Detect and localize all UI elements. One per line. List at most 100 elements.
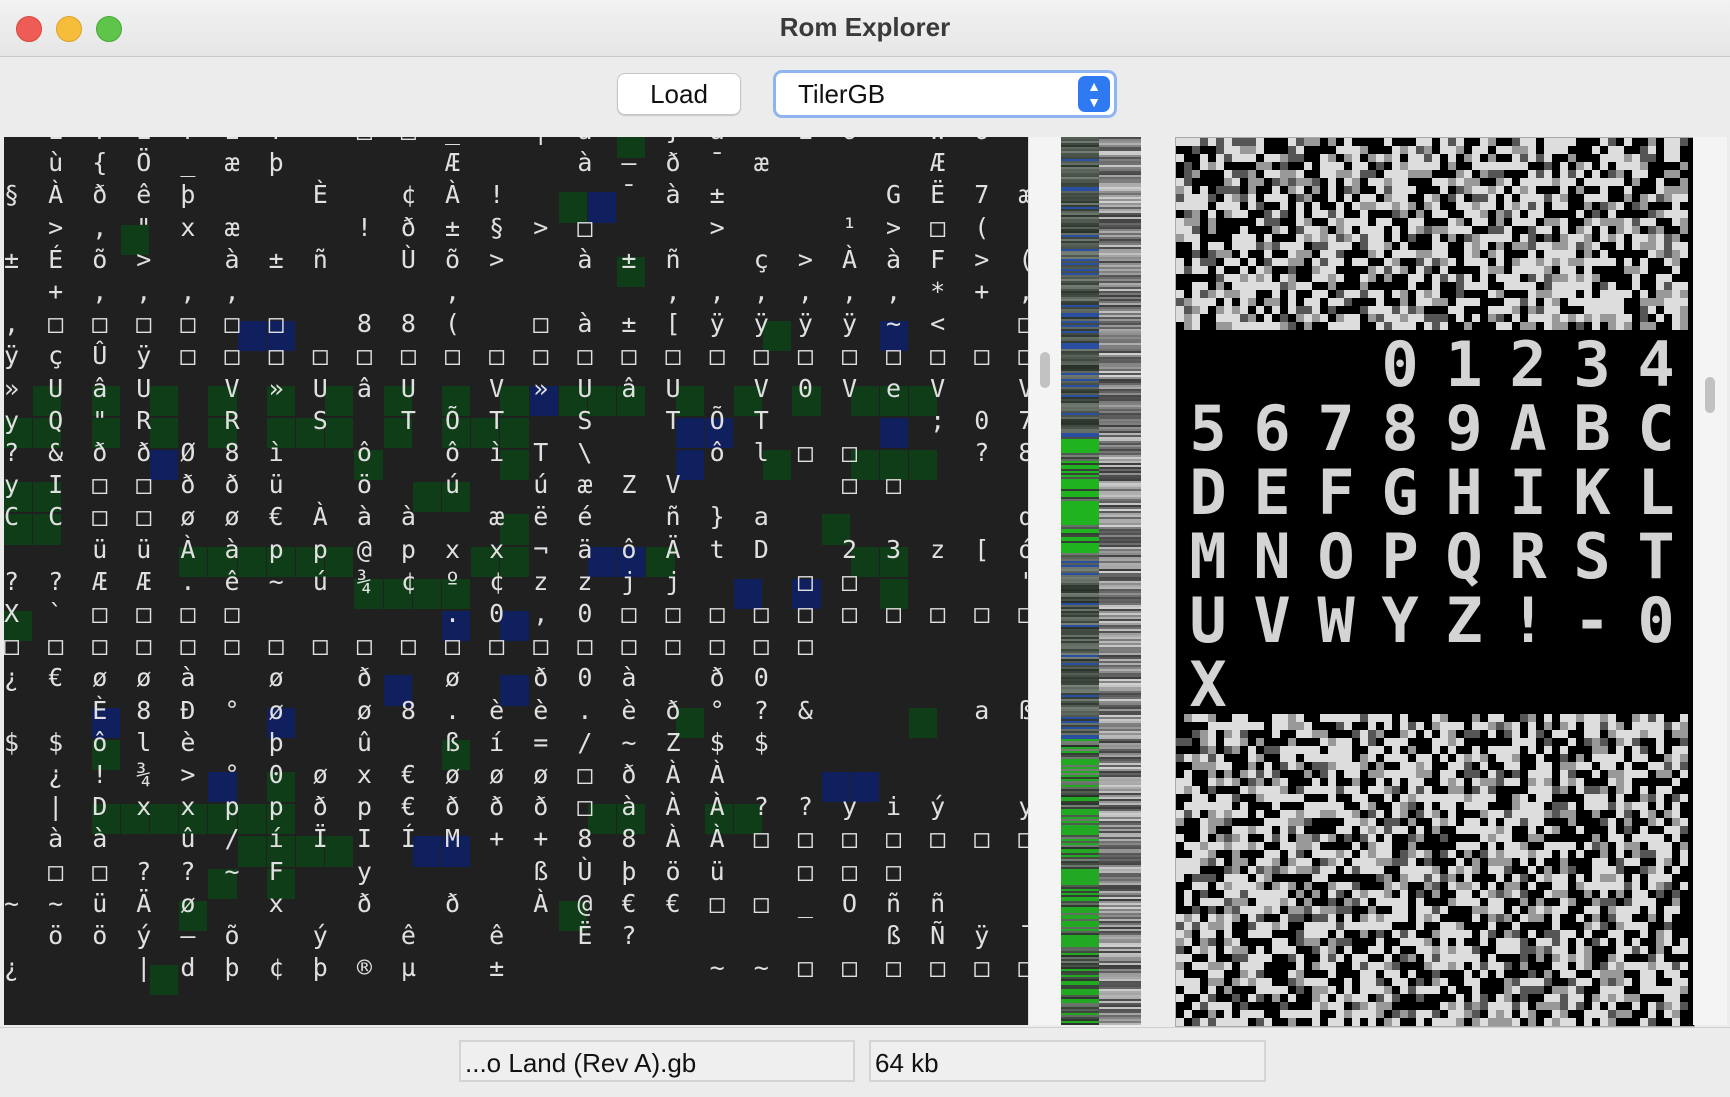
tile-pixel bbox=[1624, 258, 1632, 266]
tile-pixel bbox=[1232, 914, 1240, 922]
tile-pixel bbox=[1432, 202, 1440, 210]
rom-minimap[interactable] bbox=[1061, 137, 1141, 1025]
minimap-stripe bbox=[1099, 387, 1141, 389]
minimap-stripe bbox=[1099, 983, 1141, 985]
tile-pixel bbox=[1616, 290, 1624, 298]
hex-view[interactable]: Ë ? Ë ? Ë ? □ □ _ | à ° } à ¯ É ð ° W ð … bbox=[4, 137, 1028, 1025]
tile-pixel bbox=[1368, 850, 1376, 858]
tile-pixel bbox=[1552, 250, 1560, 258]
tile-view[interactable]: 0 1 2 3 4 5 6 7 8 9 A B C D E F G H I K L M N O P Q R S T U V W Y Z! -0 X bbox=[1175, 137, 1695, 1027]
tile-pixel bbox=[1536, 898, 1544, 906]
tile-glyph: E bbox=[1253, 456, 1290, 529]
tile-glyph: W bbox=[1317, 584, 1355, 657]
tile-pixel bbox=[1608, 210, 1616, 218]
tile-pixel bbox=[1392, 978, 1400, 986]
tile-pixel bbox=[1472, 218, 1480, 226]
tile-pixel bbox=[1664, 138, 1672, 146]
tile-pixel bbox=[1312, 802, 1320, 810]
minimap-stripe bbox=[1099, 457, 1141, 459]
tile-pixel bbox=[1568, 170, 1576, 178]
tile-pixel bbox=[1632, 714, 1640, 722]
tile-pixel bbox=[1184, 770, 1192, 778]
tile-pixel bbox=[1304, 842, 1312, 850]
tile-pixel bbox=[1264, 930, 1272, 938]
tile-glyph: U bbox=[1189, 584, 1226, 657]
tile-scroll-thumb[interactable] bbox=[1705, 377, 1715, 413]
tile-pixel bbox=[1264, 986, 1272, 994]
tile-pixel bbox=[1272, 778, 1280, 786]
tile-pixel bbox=[1528, 810, 1536, 818]
tile-pixel bbox=[1344, 322, 1352, 330]
tile-pixel bbox=[1360, 818, 1368, 826]
minimap-stripe bbox=[1061, 407, 1099, 409]
tile-pixel bbox=[1320, 226, 1328, 234]
tile-pixel bbox=[1264, 154, 1272, 162]
tile-pixel bbox=[1640, 986, 1648, 994]
tile-pixel bbox=[1384, 882, 1392, 890]
tile-pixel bbox=[1504, 826, 1512, 834]
tile-pixel bbox=[1312, 210, 1320, 218]
tile-pixel bbox=[1304, 1010, 1312, 1018]
tile-pixel bbox=[1584, 306, 1592, 314]
minimap-stripe bbox=[1099, 613, 1141, 615]
minimap-stripe bbox=[1061, 477, 1099, 479]
load-button[interactable]: Load bbox=[617, 73, 741, 115]
minimap-stripe bbox=[1061, 569, 1099, 571]
tile-pixel bbox=[1440, 770, 1448, 778]
tile-pixel bbox=[1464, 754, 1472, 762]
tile-pixel bbox=[1352, 258, 1360, 266]
tile-pixel bbox=[1320, 802, 1328, 810]
tile-pixel bbox=[1240, 242, 1248, 250]
minimap-stripe bbox=[1061, 925, 1099, 927]
tile-pixel bbox=[1656, 746, 1664, 754]
tile-pixel bbox=[1584, 930, 1592, 938]
tile-pixel bbox=[1192, 306, 1200, 314]
minimap-stripe bbox=[1099, 491, 1141, 493]
hex-line: ? ? Æ Æ . ê ~ ú ¾ ¢ º ¢ z z j j □ □ ' 8 … bbox=[4, 566, 1028, 596]
tile-scrollbar[interactable] bbox=[1693, 137, 1727, 1025]
tile-pixel bbox=[1592, 794, 1600, 802]
tile-pixel bbox=[1432, 154, 1440, 162]
tile-pixel bbox=[1600, 202, 1608, 210]
tile-pixel bbox=[1336, 802, 1344, 810]
tile-pixel bbox=[1272, 994, 1280, 1002]
mode-select[interactable]: TilerGB ▲ ▼ bbox=[773, 70, 1117, 118]
tile-pixel bbox=[1256, 914, 1264, 922]
tile-pixel bbox=[1456, 274, 1464, 282]
minimap-stripe bbox=[1061, 1005, 1099, 1007]
hex-scroll-thumb[interactable] bbox=[1040, 352, 1050, 388]
minimap-stripe bbox=[1061, 149, 1099, 151]
tile-pixel bbox=[1360, 834, 1368, 842]
tile-pixel bbox=[1176, 754, 1184, 762]
tile-pixel bbox=[1496, 946, 1504, 954]
tile-pixel bbox=[1192, 298, 1200, 306]
tile-pixel bbox=[1616, 802, 1624, 810]
tile-pixel bbox=[1664, 722, 1672, 730]
tile-pixel bbox=[1376, 1010, 1384, 1018]
tile-pixel bbox=[1592, 914, 1600, 922]
tile-pixel bbox=[1376, 290, 1384, 298]
tile-pixel bbox=[1640, 266, 1648, 274]
tile-pixel bbox=[1576, 242, 1584, 250]
minimap-stripe bbox=[1061, 169, 1099, 171]
tile-pixel bbox=[1280, 786, 1288, 794]
tile-glyph: I bbox=[1509, 456, 1546, 529]
tile-pixel bbox=[1296, 722, 1304, 730]
tile-pixel bbox=[1392, 946, 1400, 954]
tile-pixel bbox=[1672, 778, 1680, 786]
tile-pixel bbox=[1336, 290, 1344, 298]
minimap-stripe bbox=[1099, 525, 1141, 527]
tile-pixel bbox=[1248, 722, 1256, 730]
tile-pixel bbox=[1224, 778, 1232, 786]
minimap-stripe bbox=[1099, 845, 1141, 847]
tile-pixel bbox=[1448, 778, 1456, 786]
hex-scrollbar[interactable] bbox=[1028, 137, 1061, 1025]
tile-pixel bbox=[1280, 914, 1288, 922]
tile-pixel bbox=[1560, 810, 1568, 818]
minimap-stripe bbox=[1061, 391, 1099, 393]
tile-pixel bbox=[1560, 250, 1568, 258]
tile-pixel bbox=[1184, 162, 1192, 170]
tile-pixel bbox=[1536, 170, 1544, 178]
minimap-stripe bbox=[1061, 347, 1099, 349]
minimap-stripe bbox=[1061, 603, 1099, 605]
